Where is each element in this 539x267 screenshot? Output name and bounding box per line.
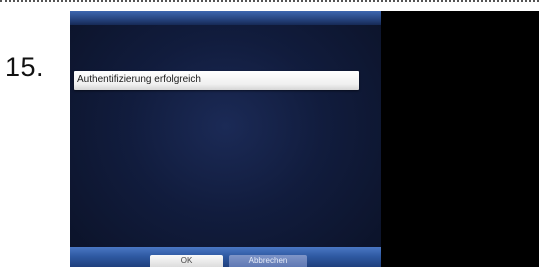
tv-screenshot: Authentifizierung erfolgreich OK Abbrech… bbox=[70, 11, 539, 267]
ok-button[interactable]: OK bbox=[150, 255, 223, 267]
button-bar: OK Abbrechen bbox=[70, 247, 381, 267]
menu-panel: Authentifizierung erfolgreich OK Abbrech… bbox=[70, 11, 381, 267]
menu-title-bar bbox=[70, 11, 381, 25]
status-message: Authentifizierung erfolgreich bbox=[77, 74, 201, 85]
dotted-divider bbox=[0, 0, 539, 2]
step-number: 15. bbox=[5, 52, 45, 82]
document-page: 15. Authentifizierung erfolgreich OK Abb… bbox=[0, 0, 539, 267]
status-message-bar: Authentifizierung erfolgreich bbox=[74, 71, 359, 90]
cancel-button[interactable]: Abbrechen bbox=[229, 255, 307, 267]
